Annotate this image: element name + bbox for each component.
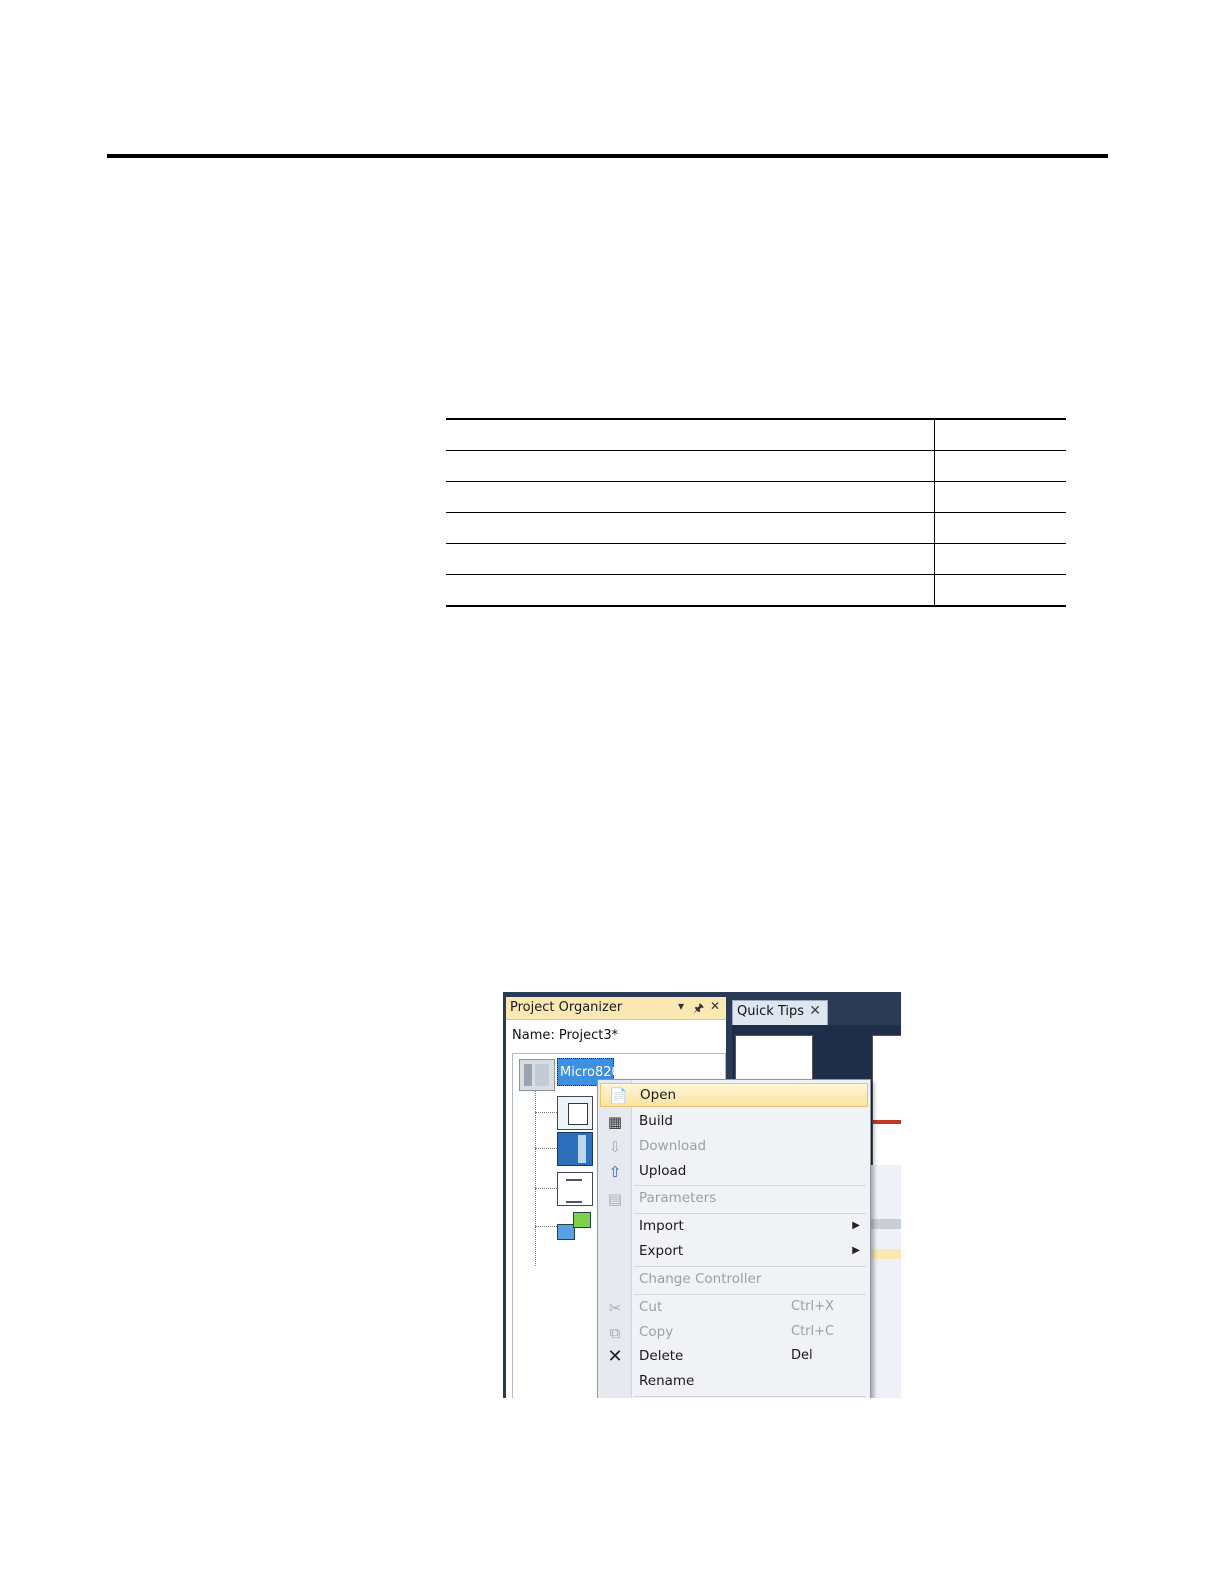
- open-icon: 📄: [609, 1087, 628, 1105]
- table-cell: [934, 574, 1066, 607]
- menu-item-label: Parameters: [639, 1190, 717, 1206]
- menu-item-label: Copy: [639, 1324, 674, 1340]
- table-cell: [934, 512, 1066, 544]
- menu-item-shortcut: Ctrl+X: [791, 1299, 834, 1314]
- menu-item-label: Export: [639, 1243, 684, 1259]
- table-cell: [446, 574, 935, 607]
- tree-connector: [535, 1112, 559, 1113]
- programs-icon[interactable]: [557, 1096, 593, 1130]
- background-panel-highlight: [869, 1249, 901, 1259]
- tree-connector: [535, 1148, 559, 1149]
- menu-item-delete[interactable]: ✕ Delete Del: [598, 1345, 870, 1369]
- submenu-arrow-icon: ▶: [852, 1245, 860, 1256]
- menu-separator: [634, 1396, 866, 1397]
- screenshot-figure: Project Organizer ▾ 🖈 ✕ Name: Project3* …: [503, 992, 901, 1398]
- menu-item-shortcut: Del: [791, 1348, 813, 1363]
- menu-item-copy[interactable]: ⧉ Copy Ctrl+C: [598, 1321, 870, 1345]
- local-variables-icon[interactable]: [557, 1132, 593, 1166]
- close-icon[interactable]: ✕: [809, 1003, 821, 1019]
- menu-item-label: Import: [639, 1218, 684, 1234]
- table-row: [446, 512, 1066, 544]
- project-name-row: Name: Project3*: [512, 1028, 618, 1043]
- menu-item-label: Upload: [639, 1163, 687, 1179]
- table-row: [446, 481, 1066, 513]
- table-cell: [446, 450, 935, 482]
- table-cell: [934, 543, 1066, 575]
- menu-separator: [634, 1266, 866, 1267]
- menu-item-shortcut: Ctrl+C: [791, 1324, 835, 1339]
- tab-quick-tips[interactable]: Quick Tips ✕: [732, 1000, 828, 1026]
- document-table: [446, 418, 1066, 607]
- menu-separator: [634, 1185, 866, 1186]
- pin-icon[interactable]: 🖈: [693, 999, 704, 1020]
- quick-tips-label: Quick Tips: [737, 1004, 805, 1019]
- background-panel-header: [869, 1219, 901, 1229]
- menu-item-rename[interactable]: Rename: [598, 1370, 870, 1394]
- table-cell: [446, 481, 935, 513]
- table-row: [446, 543, 1066, 575]
- data-types-icon[interactable]: [557, 1212, 591, 1244]
- menu-item-label: Delete: [639, 1348, 684, 1364]
- delete-icon: ✕: [607, 1346, 623, 1367]
- menu-item-label: Rename: [639, 1373, 695, 1389]
- menu-item-build[interactable]: ▦ Build: [598, 1110, 870, 1134]
- tree-connector: [535, 1226, 559, 1227]
- context-menu: 📄 Open ▦ Build ⇩ Download ⇧ Upload ▤ Par…: [597, 1079, 871, 1398]
- close-icon[interactable]: ✕: [710, 999, 720, 1013]
- table-row: [446, 450, 1066, 482]
- tree-connector: [535, 1188, 559, 1189]
- quick-tips-thumbnail: [872, 1035, 901, 1167]
- menu-item-change-controller[interactable]: Change Controller: [598, 1268, 870, 1292]
- table-cell: [446, 418, 935, 451]
- project-name-label: Name:: [512, 1028, 555, 1043]
- menu-item-label: Change Controller: [639, 1271, 762, 1287]
- table-cell: [934, 481, 1066, 513]
- menu-item-label: Open: [640, 1087, 677, 1103]
- project-organizer-title: Project Organizer: [510, 1000, 623, 1015]
- copy-icon: ⧉: [609, 1324, 621, 1342]
- menu-item-label: Cut: [639, 1299, 663, 1315]
- menu-item-cut[interactable]: ✂ Cut Ctrl+X: [598, 1296, 870, 1320]
- tree-connector: [535, 1091, 536, 1266]
- menu-item-import[interactable]: Import ▶: [598, 1215, 870, 1239]
- header-rule: [107, 154, 1108, 158]
- menu-separator: [634, 1213, 866, 1214]
- background-panel: [869, 1165, 901, 1398]
- controller-icon: [519, 1059, 555, 1091]
- menu-item-parameters[interactable]: ▤ Parameters: [598, 1187, 870, 1211]
- build-icon: ▦: [607, 1113, 623, 1131]
- table-row: [446, 418, 1066, 451]
- project-organizer-header: Project Organizer ▾ 🖈 ✕: [506, 997, 726, 1020]
- menu-item-label: Download: [639, 1138, 707, 1154]
- menu-item-open[interactable]: 📄 Open: [600, 1083, 868, 1107]
- parameters-icon: ▤: [607, 1190, 623, 1208]
- menu-item-export[interactable]: Export ▶: [598, 1240, 870, 1264]
- table-row: [446, 574, 1066, 607]
- menu-separator: [634, 1294, 866, 1295]
- table-cell: [934, 418, 1066, 451]
- table-cell: [446, 512, 935, 544]
- cut-icon: ✂: [608, 1299, 622, 1317]
- menu-item-download[interactable]: ⇩ Download: [598, 1135, 870, 1159]
- dropdown-icon[interactable]: ▾: [678, 999, 684, 1013]
- table-cell: [446, 543, 935, 575]
- user-defined-icon[interactable]: [557, 1172, 593, 1206]
- submenu-arrow-icon: ▶: [852, 1220, 860, 1231]
- menu-item-upload[interactable]: ⇧ Upload: [598, 1160, 870, 1184]
- upload-icon: ⇧: [608, 1163, 622, 1181]
- table-cell: [934, 450, 1066, 482]
- menu-item-label: Build: [639, 1113, 673, 1129]
- download-icon: ⇩: [608, 1138, 622, 1156]
- project-name-value: Project3*: [558, 1028, 619, 1043]
